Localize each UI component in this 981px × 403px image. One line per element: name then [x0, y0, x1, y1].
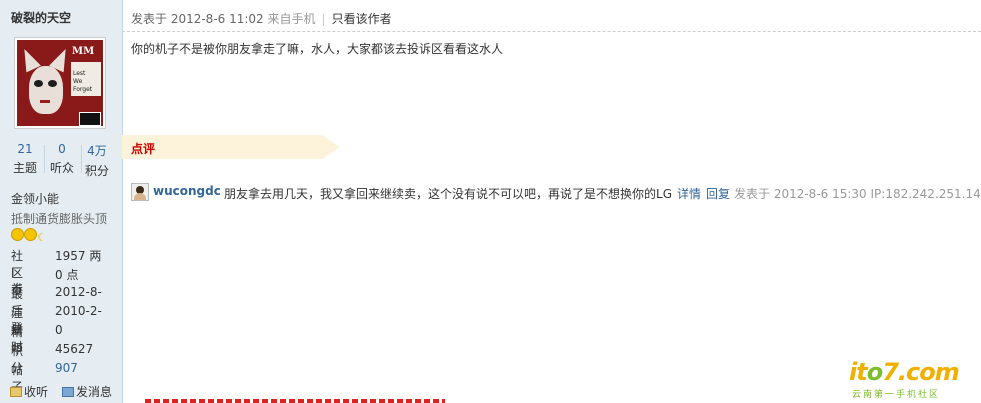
sun-medal-icon	[11, 228, 24, 241]
post-content: 你的机子不是被你朋友拿走了嘛，水人，大家都该去投诉区看看这水人	[131, 42, 504, 56]
comment-reply-link[interactable]: 回复	[706, 185, 730, 202]
message-icon	[62, 387, 74, 397]
user-signature: 抵制通货膨胀头顶	[11, 212, 108, 226]
stat-listeners-label: 听众	[49, 161, 74, 175]
post-timestamp: 发表于 2012-8-6 11:02	[131, 12, 264, 26]
send-message-label: 发消息	[76, 385, 113, 399]
comments-header: 点评	[122, 135, 340, 159]
follow-label: 收听	[24, 385, 49, 399]
commenter-avatar[interactable]	[131, 183, 149, 201]
comment-text: 朋友拿去用几天，我又拿回来继续卖，这个没有说不可以吧，再说了是不想换你的LG	[224, 187, 672, 201]
stat-topics-count[interactable]: 21	[8, 142, 42, 156]
stat-points-count[interactable]: 4万	[80, 142, 114, 159]
author-username[interactable]: 破裂的天空	[11, 9, 71, 26]
user-rank: 金领小能	[11, 192, 60, 206]
moon-medal-icon: ☾	[37, 231, 47, 244]
comment-meta: 发表于 2012-8-6 15:30 IP:182.242.251.146	[734, 187, 981, 201]
stat-listeners[interactable]: 0 听众	[45, 142, 79, 176]
sun-medal-icon	[24, 228, 37, 241]
comment-detail-link[interactable]: 详情	[677, 185, 701, 202]
stat-points-label: 积分	[84, 164, 109, 178]
stat-topics[interactable]: 21 主题	[8, 142, 42, 176]
info-value: 0 点	[55, 268, 79, 282]
site-watermark-logo: ito7.com 云南第一手机社区	[849, 358, 960, 400]
header-divider	[122, 31, 981, 32]
info-value: 2010-2-	[55, 304, 102, 318]
avatar-image: MM Lest We Forget	[17, 40, 103, 126]
medal-row: ☾	[11, 228, 48, 244]
stat-points[interactable]: 4万 积分	[80, 142, 114, 179]
author-avatar[interactable]: MM Lest We Forget	[14, 37, 106, 129]
only-author-link[interactable]: 只看该作者	[332, 12, 392, 26]
info-value: 1957 两	[55, 249, 102, 263]
info-value: 2012-8-	[55, 285, 102, 299]
info-value: 45627	[55, 342, 94, 356]
info-posts-link[interactable]: 907	[55, 361, 78, 375]
follow-icon	[10, 387, 22, 397]
send-message-button[interactable]: 发消息	[62, 383, 112, 400]
commenter-username[interactable]: wucongdc	[153, 184, 221, 198]
info-value: 0	[55, 323, 63, 337]
stat-listeners-count[interactable]: 0	[45, 142, 79, 156]
post-header: 发表于 2012-8-6 11:02 来自手机 | 只看该作者	[131, 12, 392, 26]
author-sidebar: 破裂的天空 MM Lest We Forget 21 主题 0 听众 4万 积分 金…	[0, 0, 123, 403]
follow-button[interactable]: 收听	[10, 383, 48, 400]
truncated-red-text	[145, 399, 445, 403]
post-source[interactable]: 来自手机	[268, 12, 316, 26]
comments-label: 点评	[131, 142, 156, 156]
stat-topics-label: 主题	[12, 161, 37, 175]
